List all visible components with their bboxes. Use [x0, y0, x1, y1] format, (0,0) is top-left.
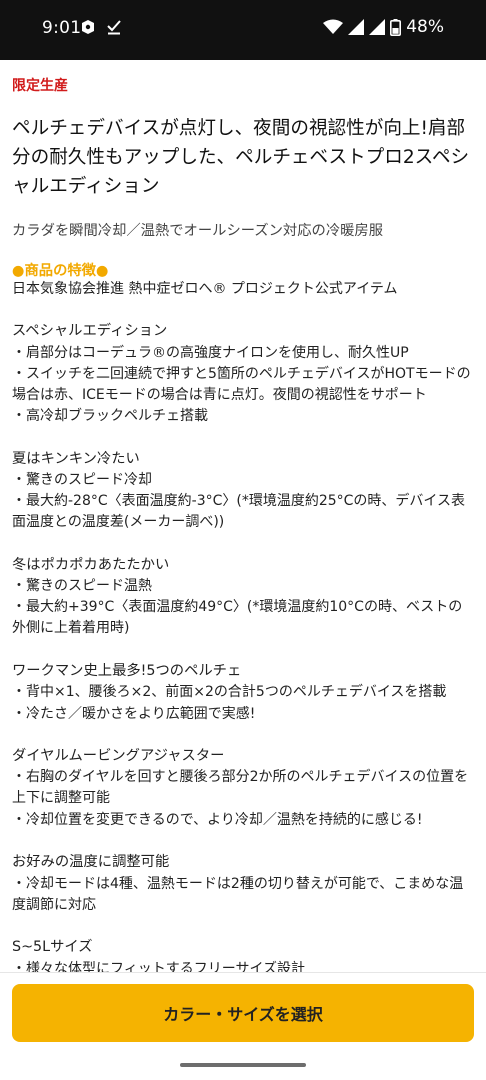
product-subtitle: カラダを瞬間冷却／温熱でオールシーズン対応の冷暖房服 [12, 223, 384, 239]
desc-line: ・肩部分はコーデュラ®の高強度ナイロンを使用し、耐久性UP [12, 345, 409, 361]
signal-icon-2 [369, 19, 386, 35]
features-heading: ●商品の特徴● [12, 263, 109, 279]
status-time: 9:01 [42, 18, 82, 38]
select-color-size-button[interactable]: カラー・サイズを選択 [12, 984, 474, 1042]
battery-icon [390, 18, 402, 36]
section-heading-peltier: ワークマン史上最多!5つのペルチェ [12, 663, 242, 679]
status-right: 48% [323, 17, 444, 37]
desc-line: ・驚きのスピード冷却 [12, 472, 152, 488]
battery-percent: 48% [406, 17, 444, 37]
desc-line: 日本気象協会推進 熱中症ゼロへ® プロジェクト公式アイテム [12, 281, 398, 297]
wifi-icon [323, 19, 344, 34]
app-notification-icon [82, 20, 94, 34]
desc-line: ・冷却位置を変更できるので、より冷却／温熱を持続的に感じる! [12, 812, 423, 828]
status-notification-icons [80, 19, 122, 35]
desc-line: ・スイッチを二回連続で押すと5箇所のペルチェデバイスがHOTモードの場合は赤、I… [12, 366, 471, 403]
status-bar: 9:01 48% [0, 0, 486, 60]
desc-line: ・冷却モードは4種、温熱モードは2種の切り替えが可能で、こまめな温度調節に対応 [12, 876, 464, 913]
desc-line: ・最大約-28°C〈表面温度約-3°C〉(*環境温度約25°Cの時、デバイス表面… [12, 493, 466, 530]
section-heading-winter: 冬はポカポカあたたかい [12, 557, 170, 573]
desc-line: ・驚きのスピード温熱 [12, 578, 152, 594]
desc-line: ・背中×1、腰後ろ×2、前面×2の合計5つのペルチェデバイスを搭載 [12, 684, 447, 700]
limited-badge: 限定生産 [12, 78, 68, 94]
section-heading-temperature: お好みの温度に調整可能 [12, 854, 170, 870]
section-heading-size: S~5Lサイズ [12, 939, 93, 955]
bottom-action-bar: カラー・サイズを選択 [0, 972, 486, 1080]
download-done-icon [107, 20, 121, 35]
desc-line: ・冷たさ／暖かさをより広範囲で実感! [12, 706, 256, 722]
product-description[interactable]: 限定生産 ペルチェデバイスが点灯し、夜間の視認性が向上!肩部分の耐久性もアップし… [12, 60, 474, 972]
signal-icon [348, 19, 365, 35]
product-title: ペルチェデバイスが点灯し、夜間の視認性が向上!肩部分の耐久性もアップした、ペルチ… [12, 118, 470, 197]
section-heading-summer: 夏はキンキン冷たい [12, 451, 140, 467]
section-heading-special: スペシャルエディション [12, 323, 168, 339]
desc-line: ・右胸のダイヤルを回すと腰後ろ部分2か所のペルチェデバイスの位置を上下に調整可能 [12, 769, 469, 806]
desc-line: ・高冷却ブラックペルチェ搭載 [12, 408, 208, 424]
desc-line: ・最大約+39°C〈表面温度約49°C〉(*環境温度約10°Cの時、ベストの外側… [12, 599, 463, 636]
desc-line: ・様々な体型にフィットするフリーサイズ設計 [12, 961, 306, 972]
home-indicator[interactable] [180, 1063, 306, 1067]
section-heading-dial: ダイヤルムービングアジャスター [12, 748, 225, 764]
